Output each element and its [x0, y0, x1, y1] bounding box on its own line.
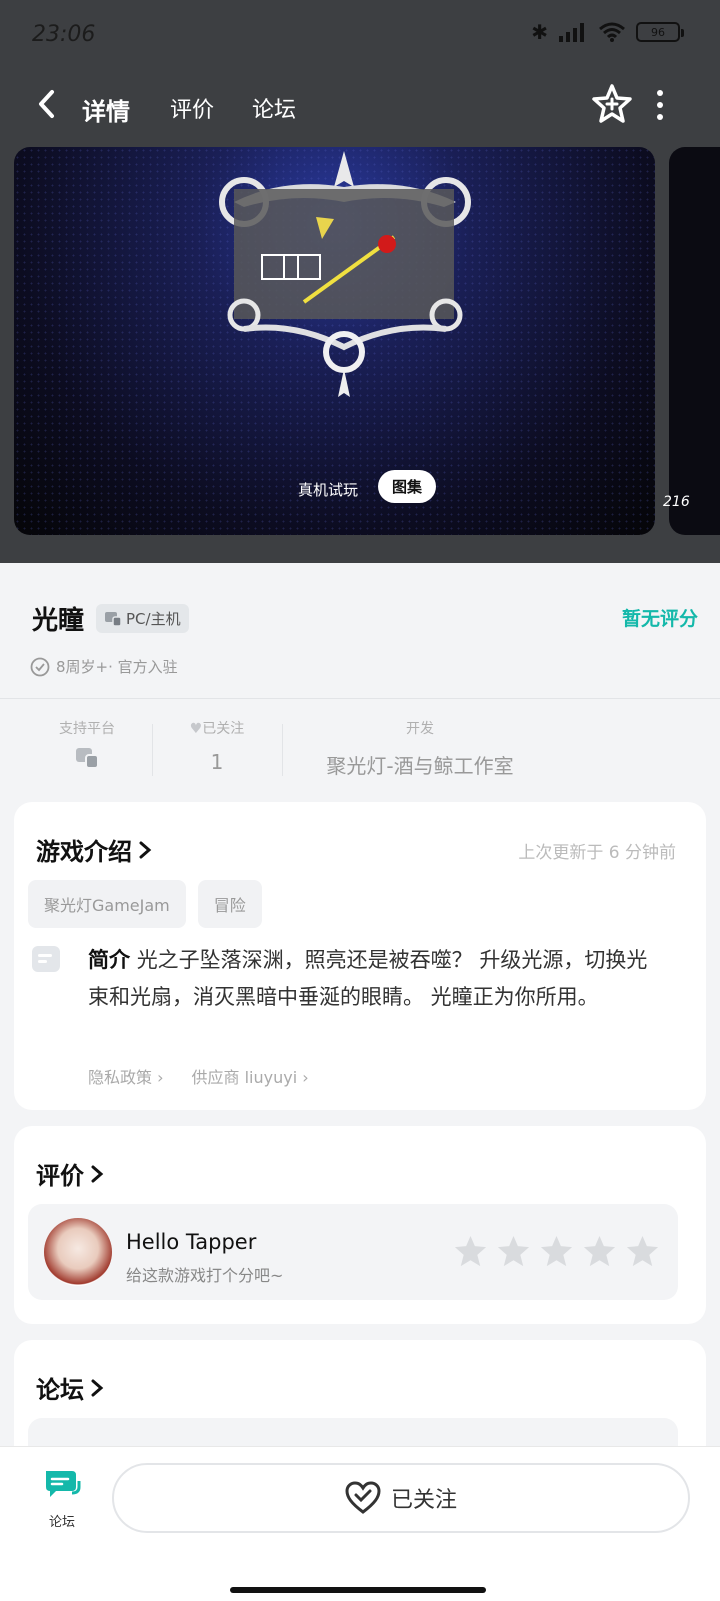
meta-text: 8周岁+· 官方入驻: [56, 658, 178, 676]
rating-hint: 给这款游戏打个分吧~: [126, 1266, 284, 1285]
avatar: [44, 1218, 112, 1286]
follow-button[interactable]: 已关注: [112, 1463, 690, 1533]
status-bar: 23:06 ✱ 96: [0, 0, 720, 70]
status-icons: ✱ 96: [531, 20, 684, 44]
vendor-link[interactable]: 供应商 liuyuyi ›: [192, 1064, 309, 1088]
trial-label[interactable]: 真机试玩: [298, 479, 358, 500]
heart-icon: ♥: [189, 721, 203, 737]
forum-tab[interactable]: 论坛: [40, 1467, 84, 1530]
forum-title[interactable]: 论坛: [36, 1370, 104, 1405]
star-icon[interactable]: [496, 1234, 531, 1269]
nav-bar: 详情 评价 论坛: [0, 78, 720, 134]
stats-row: 支持平台 ♥已关注 1 开发 聚光灯-酒与鲸工作室: [0, 718, 720, 784]
divider: [0, 698, 720, 699]
gallery-pill[interactable]: 图集: [378, 470, 437, 503]
stat-developer[interactable]: 开发 聚光灯-酒与鲸工作室: [300, 718, 540, 779]
star-icon[interactable]: [582, 1234, 617, 1269]
stat-follow: ♥已关注 1: [172, 718, 262, 774]
home-indicator[interactable]: [230, 1587, 486, 1593]
intro-card: 游戏介绍 上次更新于 6 分钟前 聚光灯GameJam 冒险 简介 光之子坠落深…: [14, 802, 706, 1110]
meta-row: 8周岁+· 官方入驻: [30, 656, 178, 677]
game-title: 光瞳: [32, 606, 85, 636]
favorite-star-icon[interactable]: [590, 82, 634, 126]
chevron-right-icon: [91, 1165, 104, 1182]
screenshot-banner[interactable]: 真机试玩 图集: [14, 147, 655, 535]
intro-links: 隐私政策 › 供应商 liuyuyi ›: [88, 1064, 309, 1088]
back-icon[interactable]: [32, 86, 62, 122]
rating-none: 暂无评分: [621, 608, 698, 630]
description-icon: [32, 946, 60, 972]
star-icon[interactable]: [453, 1234, 488, 1269]
user-name: Hello Tapper: [126, 1230, 257, 1254]
tags: 聚光灯GameJam 冒险: [28, 880, 262, 928]
game-art-image: [219, 151, 471, 397]
privacy-link[interactable]: 隐私政策 ›: [88, 1064, 164, 1088]
platform-icon: [76, 748, 99, 769]
description: 简介 光之子坠落深渊，照亮还是被吞噬？ 升级光源，切换光束和光扇，消灭黑暗中垂涎…: [88, 948, 648, 1009]
status-time: 23:06: [32, 22, 96, 47]
chevron-right-icon: [139, 841, 152, 858]
battery-icon: 96: [636, 22, 684, 42]
tag-item[interactable]: 聚光灯GameJam: [28, 880, 186, 928]
more-icon[interactable]: [654, 90, 666, 120]
intro-title[interactable]: 游戏介绍: [36, 832, 152, 867]
stat-separator: [282, 724, 283, 776]
stat-platform: 支持平台: [52, 718, 122, 774]
follow-count: 1: [210, 750, 224, 774]
stat-separator: [152, 724, 153, 776]
star-icon[interactable]: [625, 1234, 660, 1269]
updated-time: 上次更新于 6 分钟前: [518, 843, 676, 863]
developer-name: 聚光灯-酒与鲸工作室: [326, 754, 514, 778]
platform-chip: PC/主机: [96, 604, 189, 633]
tab-details[interactable]: 详情: [78, 92, 134, 127]
star-icon[interactable]: [539, 1234, 574, 1269]
next-screenshot[interactable]: [669, 147, 720, 535]
review-title[interactable]: 评价: [36, 1156, 104, 1191]
top-area: 23:06 ✱ 96 详情 评价 论坛 真机试玩 图集 216: [0, 0, 720, 563]
wifi-icon: [599, 22, 625, 42]
platform-icon: [105, 611, 122, 627]
heart-check-icon: [345, 1481, 381, 1514]
review-card: 评价 Hello Tapper 给这款游戏打个分吧~: [14, 1126, 706, 1324]
title-row: 光瞳 PC/主机: [32, 600, 189, 637]
review-prompt: Hello Tapper 给这款游戏打个分吧~: [28, 1204, 678, 1300]
rating-stars: [453, 1234, 660, 1269]
signal-icon: [559, 23, 584, 42]
bluetooth-icon: ✱: [531, 20, 548, 44]
tag-item[interactable]: 冒险: [197, 880, 262, 928]
tab-reviews[interactable]: 评价: [170, 92, 214, 124]
chevron-right-icon: [91, 1379, 104, 1396]
tab-forum[interactable]: 论坛: [252, 92, 296, 124]
screenshot-count: 216: [663, 494, 690, 510]
forum-chat-icon: [46, 1471, 81, 1497]
check-circle-icon: [30, 657, 50, 676]
bottom-bar: 论坛 已关注: [0, 1446, 720, 1601]
